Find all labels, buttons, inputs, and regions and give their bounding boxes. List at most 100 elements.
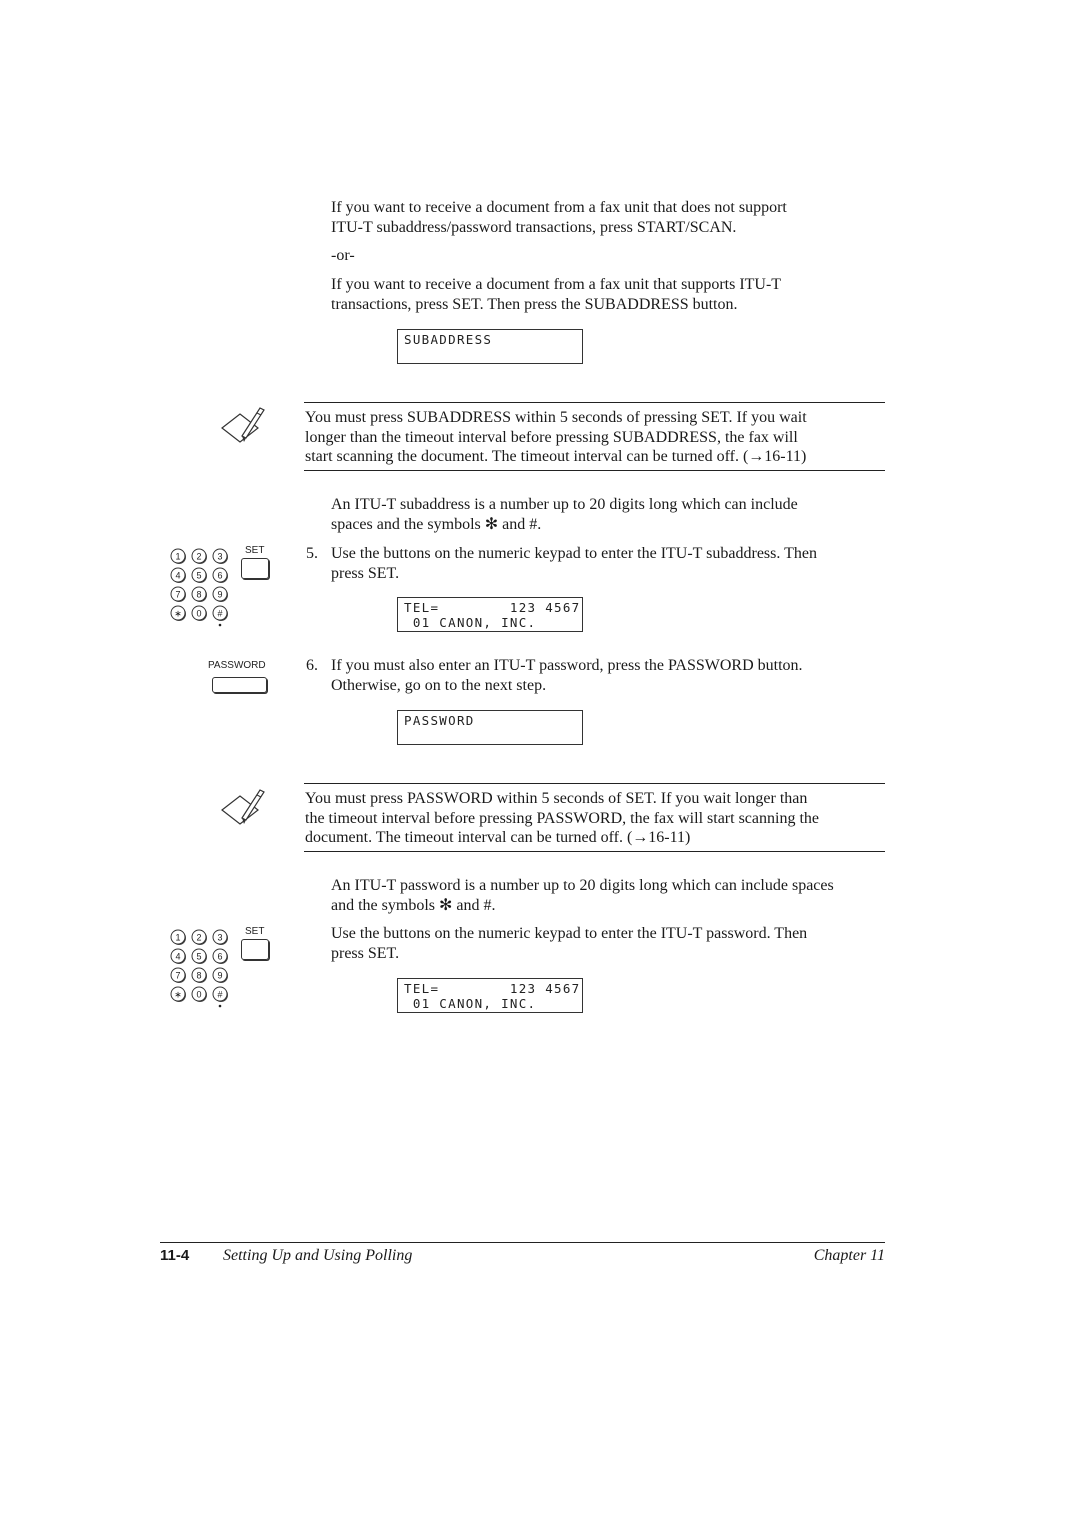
keypad-key: 8: [191, 967, 207, 983]
keypad-key: 9: [212, 967, 228, 983]
or-separator: -or-: [331, 247, 355, 264]
keypad-key-label: 2: [196, 933, 201, 943]
note-top-rule: [304, 402, 885, 403]
password-key-icon: [212, 677, 267, 693]
text-line: Use the buttons on the numeric keypad to…: [331, 925, 808, 942]
keypad-key-label: 8: [196, 590, 201, 600]
note-bottom-rule: [304, 470, 885, 471]
note-pencil-icon: [220, 786, 270, 835]
footer-rule: [160, 1242, 885, 1243]
text-line: Otherwise, go on to the next step.: [331, 676, 547, 694]
lcd-display-tel: TEL= 123 4567 01 CANON, INC.: [397, 978, 583, 1013]
keypad-key: 6: [212, 948, 228, 964]
keypad-key: 3: [212, 548, 228, 564]
text-line: ITU-T subaddress/password transactions, …: [331, 218, 737, 236]
lcd-line-1: TEL= 123 4567: [404, 981, 581, 996]
keypad-key: 4: [170, 567, 186, 583]
keypad-key: 4: [170, 948, 186, 964]
keypad-key-label: ∗: [174, 609, 182, 619]
keypad-key-label: 6: [217, 952, 222, 962]
keypad-key: 2: [191, 929, 207, 945]
keypad-key: ∗: [170, 605, 186, 621]
note-1-text: You must press SUBADDRESS within 5 secon…: [305, 408, 807, 467]
keypad-key-label: #: [217, 990, 222, 1000]
password-info: An ITU-T password is a number up to 20 d…: [331, 876, 834, 915]
text-line: An ITU-T password is a number up to 20 d…: [331, 877, 834, 894]
step-7-text: Use the buttons on the numeric keypad to…: [331, 924, 807, 963]
set-key-icon: [241, 558, 269, 579]
keypad-key-label: 7: [175, 590, 180, 600]
text-line: If you want to receive a document from a…: [331, 276, 782, 293]
lcd-line-2: [404, 347, 576, 362]
keypad-key-label: 7: [175, 971, 180, 981]
keypad-key: 8: [191, 586, 207, 602]
keypad-key: 3: [212, 929, 228, 945]
set-key-icon: [241, 939, 269, 960]
page-number: 11-4: [160, 1247, 190, 1264]
keypad-key-label: 5: [196, 952, 201, 962]
keypad-key: 2: [191, 548, 207, 564]
keypad-key-label: 1: [175, 552, 180, 562]
lcd-line-1: PASSWORD: [404, 713, 475, 728]
text-line: document. The timeout interval can be tu…: [305, 829, 691, 846]
keypad-key-label: 1: [175, 933, 180, 943]
hash-indicator-dot: [218, 623, 222, 627]
lcd-display-tel: TEL= 123 4567 01 CANON, INC.: [397, 597, 583, 632]
keypad-key: #: [212, 605, 228, 621]
keypad-key-label: 0: [196, 609, 201, 619]
keypad-key-label: 8: [196, 971, 201, 981]
step-5-number: 5.: [306, 545, 318, 562]
keypad-key-label: 4: [175, 571, 180, 581]
keypad-key-label: 3: [217, 933, 222, 943]
keypad-key: 5: [191, 948, 207, 964]
section-title: Setting Up and Using Polling: [223, 1247, 413, 1264]
text-line: press SET.: [331, 944, 400, 962]
set-key-label: SET: [245, 926, 265, 937]
keypad-key: 1: [170, 548, 186, 564]
step-5-text: Use the buttons on the numeric keypad to…: [331, 544, 817, 583]
text-line: start scanning the document. The timeout…: [305, 448, 807, 465]
keypad-key-label: ∗: [174, 990, 182, 1000]
text-line: You must press SUBADDRESS within 5 secon…: [305, 409, 807, 426]
hash-indicator-dot: [218, 1004, 222, 1008]
keypad-key-label: 6: [217, 571, 222, 581]
intro-paragraph-2: If you want to receive a document from a…: [331, 275, 781, 314]
lcd-display-password: PASSWORD: [397, 710, 583, 745]
note-top-rule: [304, 783, 885, 784]
text-line: spaces and the symbols ✻ and #.: [331, 515, 542, 533]
keypad-key: #: [212, 986, 228, 1002]
text-line: Use the buttons on the numeric keypad to…: [331, 545, 817, 562]
lcd-display-subaddress: SUBADDRESS: [397, 329, 583, 364]
subaddress-info: An ITU-T subaddress is a number up to 20…: [331, 495, 798, 534]
keypad-key: ∗: [170, 986, 186, 1002]
text-line: the timeout interval before pressing PAS…: [305, 809, 819, 827]
text-line: press SET.: [331, 564, 400, 582]
text-line: and the symbols ✻ and #.: [331, 896, 496, 914]
keypad-key: 1: [170, 929, 186, 945]
set-key-label: SET: [245, 545, 265, 556]
keypad-key-label: 9: [217, 590, 222, 600]
keypad-key-label: 4: [175, 952, 180, 962]
text-line: An ITU-T subaddress is a number up to 20…: [331, 496, 798, 513]
text-line: longer than the timeout interval before …: [305, 428, 798, 446]
keypad-key-label: 0: [196, 990, 201, 1000]
lcd-line-2: 01 CANON, INC.: [404, 615, 537, 630]
lcd-line-1: SUBADDRESS: [404, 332, 493, 347]
text-line: You must press PASSWORD within 5 seconds…: [305, 790, 808, 807]
note-bottom-rule: [304, 851, 885, 852]
keypad-key: 7: [170, 967, 186, 983]
keypad-key: 5: [191, 567, 207, 583]
keypad-key: 7: [170, 586, 186, 602]
text-line: If you want to receive a document from a…: [331, 199, 787, 216]
keypad-key-label: 2: [196, 552, 201, 562]
intro-paragraph-1: If you want to receive a document from a…: [331, 198, 787, 237]
text-line: If you must also enter an ITU-T password…: [331, 657, 803, 674]
lcd-line-2: [404, 728, 576, 743]
keypad-key: 0: [191, 986, 207, 1002]
lcd-line-1: TEL= 123 4567: [404, 600, 581, 615]
text-line: transactions, press SET. Then press the …: [331, 295, 738, 313]
keypad-key-label: #: [217, 609, 222, 619]
keypad-key: 6: [212, 567, 228, 583]
keypad-key-label: 9: [217, 971, 222, 981]
note-pencil-icon: [220, 404, 270, 453]
